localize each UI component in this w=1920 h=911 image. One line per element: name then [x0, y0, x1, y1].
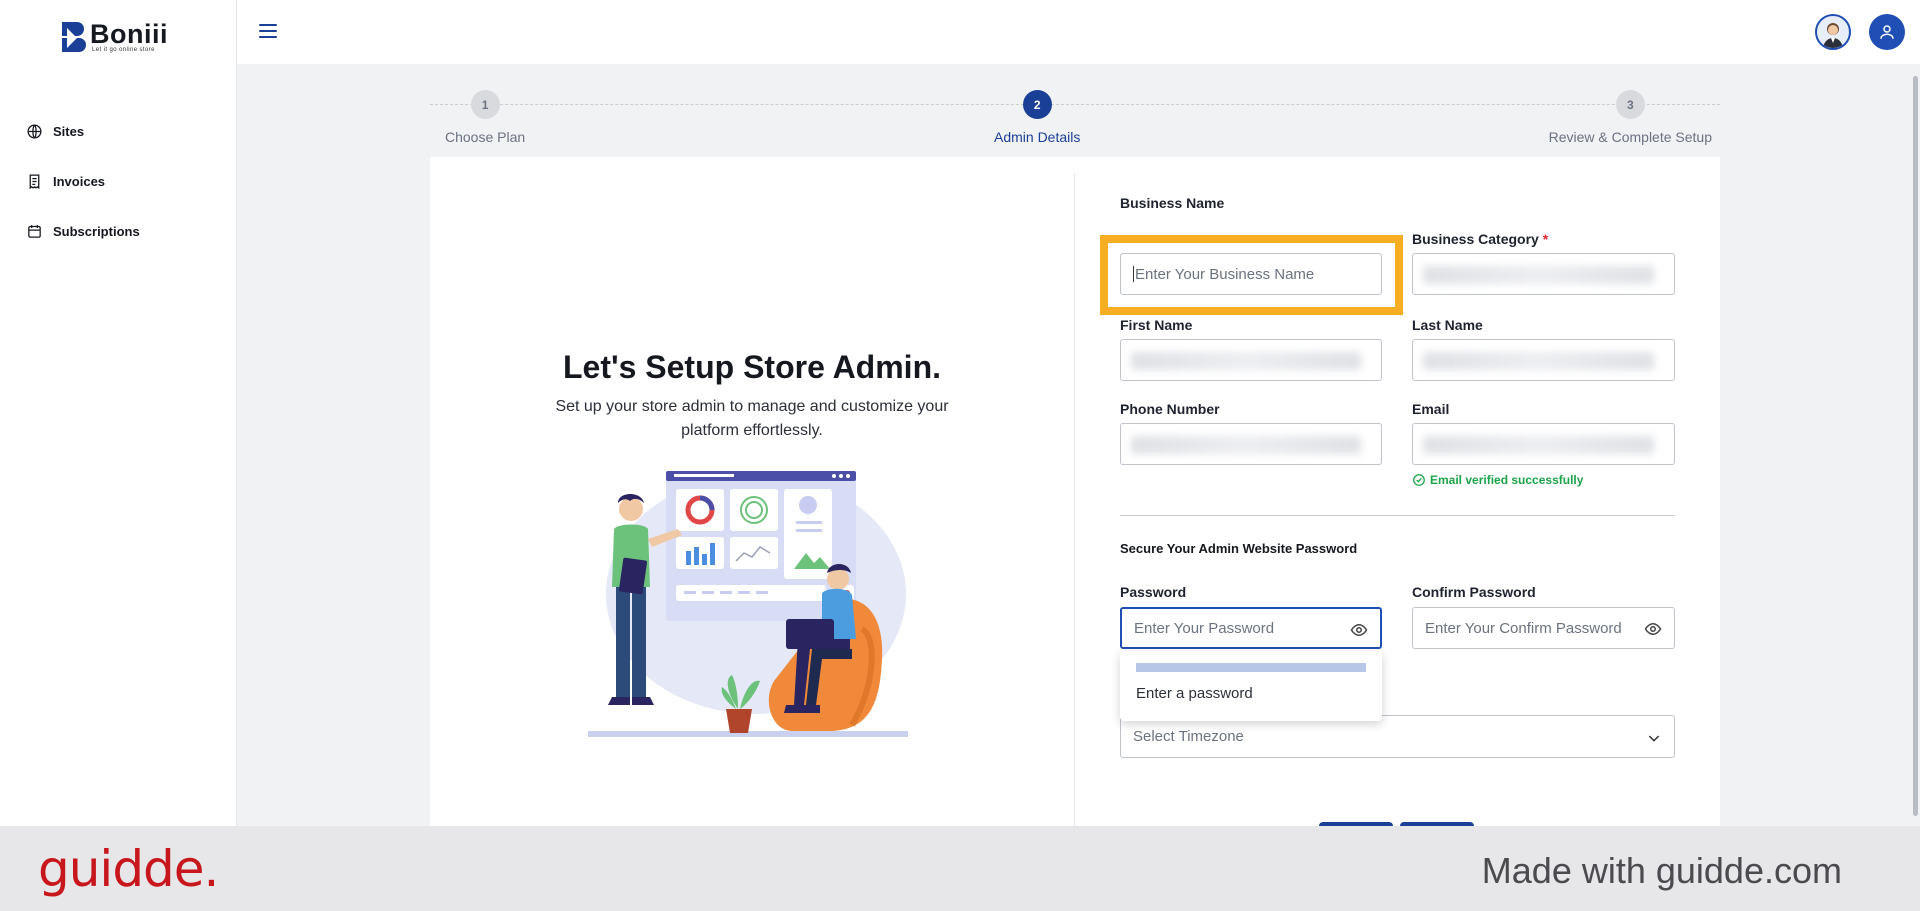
timezone-select[interactable]: Select Timezone: [1120, 715, 1675, 758]
setup-card: Let's Setup Store Admin. Set up your sto…: [430, 157, 1720, 830]
store-admin-illustration: [588, 471, 908, 737]
sidebar-item-label: Sites: [53, 123, 85, 139]
step-admin-details[interactable]: 2 Admin Details: [994, 90, 1080, 145]
form-divider: [1120, 515, 1675, 516]
password-section-title: Secure Your Admin Website Password: [1120, 541, 1358, 556]
password-strength-bar: [1136, 663, 1366, 672]
password-label: Password: [1120, 584, 1187, 600]
business-category-label: Business Category *: [1412, 231, 1549, 247]
user-menu-button[interactable]: [1869, 14, 1905, 50]
guidde-footer: guidde. Made with guidde.com: [0, 826, 1920, 911]
last-name-input[interactable]: [1412, 339, 1675, 381]
business-name-label: Business Name: [1120, 195, 1225, 211]
timezone-placeholder: Select Timezone: [1133, 728, 1244, 745]
invoice-icon: [29, 173, 40, 189]
password-placeholder: Enter Your Password: [1134, 619, 1275, 637]
guide-highlight-box: [1100, 235, 1403, 315]
guidde-logo: guidde.: [38, 840, 219, 898]
sidebar-item-label: Invoices: [53, 173, 106, 189]
password-strength-popup: Enter a password: [1120, 651, 1382, 721]
sidebar-nav: Sites Invoices Subscriptions: [26, 106, 140, 256]
password-hint: Enter a password: [1136, 685, 1253, 702]
confirm-password-label: Confirm Password: [1412, 584, 1536, 600]
step-choose-plan[interactable]: 1 Choose Plan: [445, 90, 525, 145]
step-label: Review & Complete Setup: [1548, 129, 1712, 145]
email-verified-status: Email verified successfully: [1412, 473, 1583, 487]
step-label: Admin Details: [994, 129, 1081, 145]
top-bar: [237, 0, 1920, 64]
step-number: 2: [1022, 90, 1052, 119]
sidebar-item-invoices[interactable]: Invoices: [26, 156, 140, 206]
page-title: Let's Setup Store Admin.: [562, 349, 941, 385]
step-number: 3: [1615, 90, 1645, 119]
first-name-label: First Name: [1120, 317, 1193, 333]
required-mark: *: [1542, 231, 1549, 247]
email-input[interactable]: [1412, 423, 1675, 465]
setup-stepper: 1 Choose Plan 2 Admin Details 3 Review &…: [430, 88, 1720, 148]
step-label: Choose Plan: [445, 129, 526, 145]
phone-label: Phone Number: [1120, 401, 1220, 417]
step-review-complete[interactable]: 3 Review & Complete Setup: [1549, 90, 1712, 145]
chevron-down-icon: [1648, 735, 1660, 742]
check-circle-icon: [1413, 474, 1425, 486]
boniii-logo-icon: [62, 20, 88, 54]
step-number: 1: [470, 90, 500, 119]
page-scrollbar[interactable]: [1911, 64, 1920, 826]
sidebar-item-sites[interactable]: Sites: [26, 106, 140, 156]
password-input[interactable]: Enter Your Password: [1120, 607, 1382, 649]
brand-name: Boniii: [90, 19, 168, 49]
phone-input[interactable]: [1120, 423, 1382, 465]
profile-avatar[interactable]: [1815, 14, 1851, 50]
menu-toggle-icon[interactable]: [259, 24, 277, 38]
person-avatar-icon: [1823, 23, 1843, 48]
card-divider: [1074, 173, 1075, 827]
confirm-password-placeholder: Enter Your Confirm Password: [1425, 619, 1622, 637]
brand-logo[interactable]: Boniii Let it go online store: [62, 20, 168, 54]
sidebar: Boniii Let it go online store Sites Invo…: [0, 0, 237, 826]
sidebar-item-subscriptions[interactable]: Subscriptions: [26, 206, 140, 256]
show-password-eye-icon[interactable]: [1350, 621, 1368, 639]
sidebar-item-label: Subscriptions: [53, 223, 140, 239]
globe-icon: [27, 123, 42, 139]
page-subtitle: Set up your store admin to manage and cu…: [555, 398, 949, 439]
user-icon: [1880, 25, 1894, 39]
show-confirm-password-eye-icon[interactable]: [1644, 620, 1662, 638]
business-category-select[interactable]: [1412, 253, 1675, 295]
confirm-password-input[interactable]: Enter Your Confirm Password: [1412, 607, 1675, 649]
first-name-input[interactable]: [1120, 339, 1382, 381]
scrollbar-thumb[interactable]: [1913, 76, 1918, 816]
made-with-text: Made with guidde.com: [1481, 850, 1842, 891]
email-label: Email: [1412, 401, 1450, 417]
calendar-icon: [28, 224, 41, 238]
last-name-label: Last Name: [1412, 317, 1483, 333]
